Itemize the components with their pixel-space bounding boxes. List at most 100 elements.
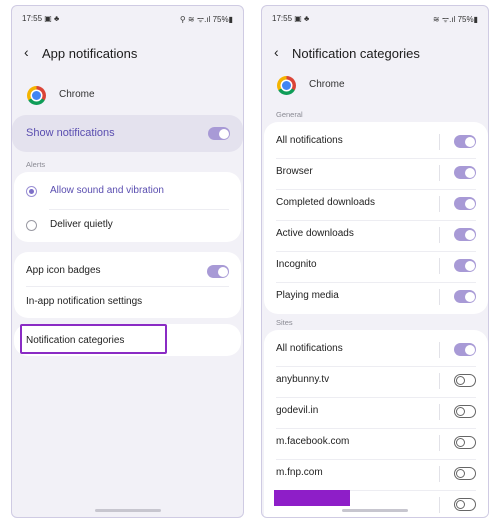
site-label: anybunny.tv xyxy=(276,374,330,385)
category-toggle[interactable] xyxy=(454,228,476,241)
status-time: 17:55 ▣ ♣ xyxy=(272,14,310,23)
app-icon-badges-row[interactable]: App icon badges xyxy=(26,257,229,287)
status-icons: ⚲ ≋ ᯤ.ıl 75%▮ xyxy=(179,15,233,24)
site-label: m.facebook.com xyxy=(276,436,350,447)
category-label: Browser xyxy=(276,166,313,177)
category-toggle[interactable] xyxy=(454,197,476,210)
in-app-settings-row[interactable]: In-app notification settings xyxy=(26,288,229,318)
highlight-outline xyxy=(20,324,167,354)
category-label: Playing media xyxy=(276,290,339,301)
page-title: Notification categories xyxy=(292,46,420,61)
separator xyxy=(439,196,440,212)
in-app-settings-label: In-app notification settings xyxy=(26,296,143,307)
site-label: godevil.in xyxy=(276,405,319,416)
site-toggle[interactable] xyxy=(454,436,476,449)
app-icon-badges-toggle[interactable] xyxy=(207,265,229,278)
site-row[interactable]: All notifications xyxy=(276,335,476,365)
separator xyxy=(439,435,440,451)
separator xyxy=(439,404,440,420)
title-bar: ‹ App notifications xyxy=(24,44,231,64)
site-row[interactable]: m.fnp.com xyxy=(276,459,476,489)
chrome-icon xyxy=(277,76,296,95)
category-row[interactable]: Completed downloads xyxy=(276,189,476,219)
site-toggle[interactable] xyxy=(454,405,476,418)
app-name: Chrome xyxy=(59,89,95,100)
site-toggle[interactable] xyxy=(454,467,476,480)
status-time: 17:55 ▣ ♣ xyxy=(22,14,60,23)
separator xyxy=(439,227,440,243)
redaction-bar xyxy=(274,490,350,506)
page-title: App notifications xyxy=(42,46,138,61)
show-notifications-label: Show notifications xyxy=(26,127,115,139)
divider xyxy=(49,209,229,210)
separator xyxy=(439,466,440,482)
back-arrow-icon[interactable]: ‹ xyxy=(274,44,279,60)
site-row[interactable]: m.facebook.com xyxy=(276,428,476,458)
show-notifications-row[interactable]: Show notifications xyxy=(12,115,243,152)
app-icon-badges-label: App icon badges xyxy=(26,265,101,276)
category-row[interactable]: Browser xyxy=(276,158,476,188)
toggle-knob xyxy=(456,406,465,416)
alert-option-label: Allow sound and vibration xyxy=(50,185,164,196)
site-toggle[interactable] xyxy=(454,374,476,387)
category-toggle[interactable] xyxy=(454,166,476,179)
category-row[interactable]: Active downloads xyxy=(276,220,476,250)
app-name: Chrome xyxy=(309,79,345,90)
separator xyxy=(439,134,440,150)
toggle-knob xyxy=(456,375,465,385)
status-bar: 17:55 ▣ ♣ ≋ ᯤ.ıl 75%▮ xyxy=(272,14,478,26)
toggle-knob xyxy=(217,266,228,277)
site-row[interactable]: anybunny.tv xyxy=(276,366,476,396)
site-label: m.fnp.com xyxy=(276,467,323,478)
category-label: Incognito xyxy=(276,259,317,270)
category-label: All notifications xyxy=(276,135,343,146)
alert-option-sound[interactable]: Allow sound and vibration xyxy=(26,177,229,207)
nav-handle xyxy=(94,509,161,512)
separator xyxy=(439,165,440,181)
site-toggle[interactable] xyxy=(454,498,476,511)
status-icons: ≋ ᯤ.ıl 75%▮ xyxy=(432,15,478,24)
divider xyxy=(26,286,229,287)
category-row[interactable]: Incognito xyxy=(276,251,476,281)
status-bar: 17:55 ▣ ♣ ⚲ ≋ ᯤ.ıl 75%▮ xyxy=(22,14,233,26)
show-notifications-toggle[interactable] xyxy=(208,127,230,140)
separator xyxy=(439,373,440,389)
category-toggle[interactable] xyxy=(454,290,476,303)
separator xyxy=(439,342,440,358)
alert-option-quiet[interactable]: Deliver quietly xyxy=(26,211,229,241)
category-label: Active downloads xyxy=(276,228,354,239)
nav-handle xyxy=(342,509,408,512)
general-card: All notifications Browser Completed down… xyxy=(264,122,488,314)
toggle-knob xyxy=(464,167,475,178)
category-toggle[interactable] xyxy=(454,135,476,148)
notification-categories-screen: 17:55 ▣ ♣ ≋ ᯤ.ıl 75%▮ ‹ Notification cat… xyxy=(261,5,489,518)
category-row[interactable]: All notifications xyxy=(276,127,476,157)
category-label: Completed downloads xyxy=(276,197,375,208)
toggle-knob xyxy=(456,468,465,478)
site-toggle[interactable] xyxy=(454,343,476,356)
title-bar: ‹ Notification categories xyxy=(274,44,476,64)
toggle-knob xyxy=(456,437,465,447)
alerts-card: Allow sound and vibration Deliver quietl… xyxy=(14,172,241,242)
category-toggle[interactable] xyxy=(454,259,476,272)
toggle-knob xyxy=(464,344,475,355)
site-label: All notifications xyxy=(276,343,343,354)
toggle-knob xyxy=(464,260,475,271)
toggle-knob xyxy=(464,198,475,209)
badges-card: App icon badges In-app notification sett… xyxy=(14,252,241,318)
separator xyxy=(439,258,440,274)
site-row[interactable]: godevil.in xyxy=(276,397,476,427)
toggle-knob xyxy=(456,499,465,509)
category-row[interactable]: Playing media xyxy=(276,282,476,312)
separator xyxy=(439,289,440,305)
back-arrow-icon[interactable]: ‹ xyxy=(24,44,29,60)
radio-unselected[interactable] xyxy=(26,220,37,231)
toggle-knob xyxy=(464,136,475,147)
sites-header: Sites xyxy=(276,318,293,327)
radio-selected[interactable] xyxy=(26,186,37,197)
toggle-knob xyxy=(218,128,229,139)
toggle-knob xyxy=(464,229,475,240)
general-header: General xyxy=(276,110,303,119)
alert-option-label: Deliver quietly xyxy=(50,219,113,230)
toggle-knob xyxy=(464,291,475,302)
